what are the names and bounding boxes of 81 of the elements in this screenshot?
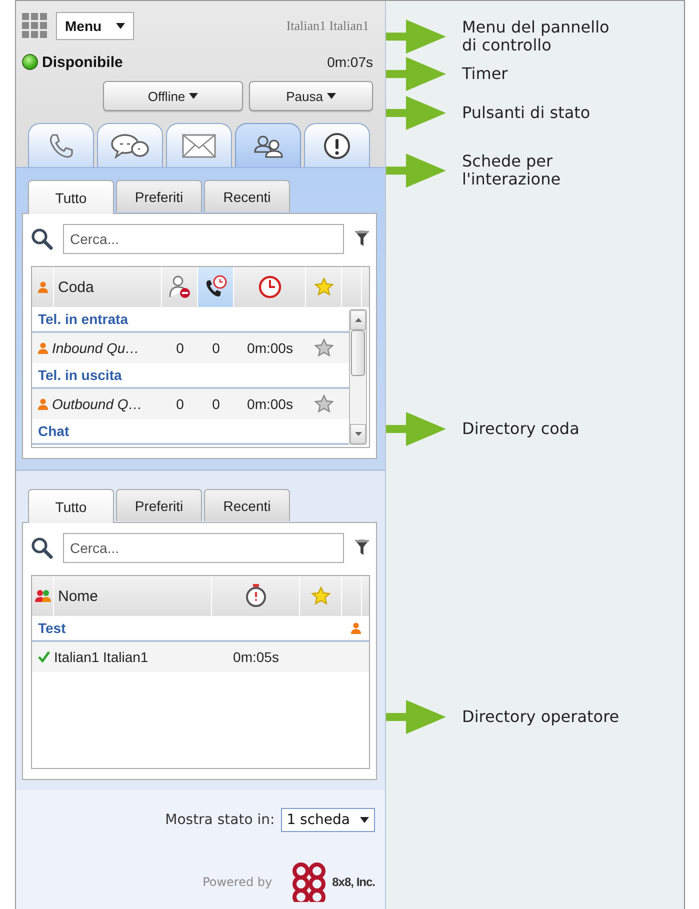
callout-arrow xyxy=(386,412,446,446)
group-name[interactable]: Test xyxy=(38,620,351,636)
stopwatch-icon xyxy=(244,584,266,608)
callout-arrow xyxy=(386,20,446,54)
caret-icon xyxy=(116,23,125,29)
tab-count-dropdown[interactable]: 1 scheda xyxy=(280,808,375,832)
queue-name[interactable]: Inbound Qu… xyxy=(52,340,140,356)
filter-icon[interactable] xyxy=(354,230,370,248)
up-arrow-icon[interactable] xyxy=(354,318,362,322)
agent-icon xyxy=(351,622,361,634)
callout-label: Directory operatore xyxy=(462,708,620,726)
star-icon xyxy=(310,586,330,606)
person-icon xyxy=(38,342,48,354)
agent-unavailable-icon xyxy=(168,275,190,299)
star-outline-icon[interactable] xyxy=(314,338,334,358)
filter-tab[interactable]: Tutto xyxy=(28,489,114,523)
group-name[interactable]: Tel. in uscita xyxy=(38,367,341,383)
table-cell-text: 0m:00s xyxy=(246,340,294,356)
table-cell-text: 0 xyxy=(211,396,221,412)
status-button[interactable]: Pausa xyxy=(249,81,373,111)
queue-name[interactable]: Outbound Q… xyxy=(52,396,142,412)
caret-icon xyxy=(326,93,336,99)
down-arrow-icon[interactable] xyxy=(354,432,362,436)
interaction-tab[interactable] xyxy=(28,123,94,167)
group-name[interactable]: Chat xyxy=(38,423,341,439)
person-icon xyxy=(38,281,48,293)
clock-icon xyxy=(258,275,282,299)
caret-icon xyxy=(189,93,198,99)
table-cell-text: 0 xyxy=(175,396,185,412)
callout-arrow xyxy=(386,57,446,91)
interaction-tab[interactable] xyxy=(304,123,370,167)
table-cell-text: 0 xyxy=(211,340,221,356)
interaction-tab[interactable] xyxy=(235,123,301,167)
envelope-icon xyxy=(182,134,216,158)
filter-icon[interactable] xyxy=(354,539,370,557)
menu-dropdown[interactable]: Menu xyxy=(56,12,134,40)
status-indicator-icon xyxy=(22,54,38,70)
scrollbar[interactable] xyxy=(349,309,367,445)
group-name[interactable]: Tel. in entrata xyxy=(38,311,341,327)
search-icon[interactable] xyxy=(31,228,53,250)
company-name: 8x8, Inc. xyxy=(332,875,375,889)
filter-tab[interactable]: Preferiti xyxy=(116,180,202,212)
person-icon xyxy=(38,398,48,410)
callout-label: Timer xyxy=(462,64,508,84)
logo-icon xyxy=(292,862,326,902)
callout-label: Directory coda xyxy=(462,420,580,438)
interaction-tab[interactable] xyxy=(97,123,163,167)
search-icon[interactable] xyxy=(31,537,53,559)
contacts-icon xyxy=(253,132,283,158)
star-icon xyxy=(314,277,334,297)
filter-tab[interactable]: Tutto xyxy=(28,180,114,214)
display-status-label: Mostra stato in: xyxy=(165,812,275,828)
powered-by-text: Powered by xyxy=(202,875,272,889)
search-field[interactable]: Cerca... xyxy=(63,533,344,563)
phone-clock-icon xyxy=(204,275,228,299)
callout-arrow xyxy=(386,700,446,734)
grid-icon[interactable] xyxy=(22,13,48,39)
status-timer: 0m:07s xyxy=(327,54,374,70)
table-cell-text: 0 xyxy=(175,340,185,356)
star-outline-icon[interactable] xyxy=(314,394,334,414)
callout-arrow xyxy=(386,96,446,130)
team-icon xyxy=(34,589,50,603)
column-header[interactable] xyxy=(198,267,234,307)
status-button[interactable]: Offline xyxy=(103,81,243,111)
table-cell-text: 0m:00s xyxy=(246,396,294,412)
search-field[interactable]: Cerca... xyxy=(63,224,344,254)
callout-label: Pulsanti di stato xyxy=(462,104,590,122)
filter-tab[interactable]: Recenti xyxy=(204,180,290,212)
callout-label: Schede per l'interazione xyxy=(462,152,561,190)
callout-label: Menu del pannello di controllo xyxy=(462,18,610,56)
status-label: Disponibile xyxy=(42,54,123,70)
agent-name[interactable]: Italian1 Italian1 xyxy=(54,649,148,665)
alert-icon xyxy=(323,132,351,160)
dropdown-caret-icon xyxy=(360,817,369,823)
chat-icon xyxy=(110,132,150,160)
filter-tab[interactable]: Preferiti xyxy=(116,489,202,521)
filter-tab[interactable]: Recenti xyxy=(204,489,290,521)
table-cell-text: 0m:05s xyxy=(232,649,280,665)
phone-icon xyxy=(47,132,75,160)
user-name: Italian1 Italian1 xyxy=(286,18,370,34)
callout-arrow xyxy=(386,154,446,188)
